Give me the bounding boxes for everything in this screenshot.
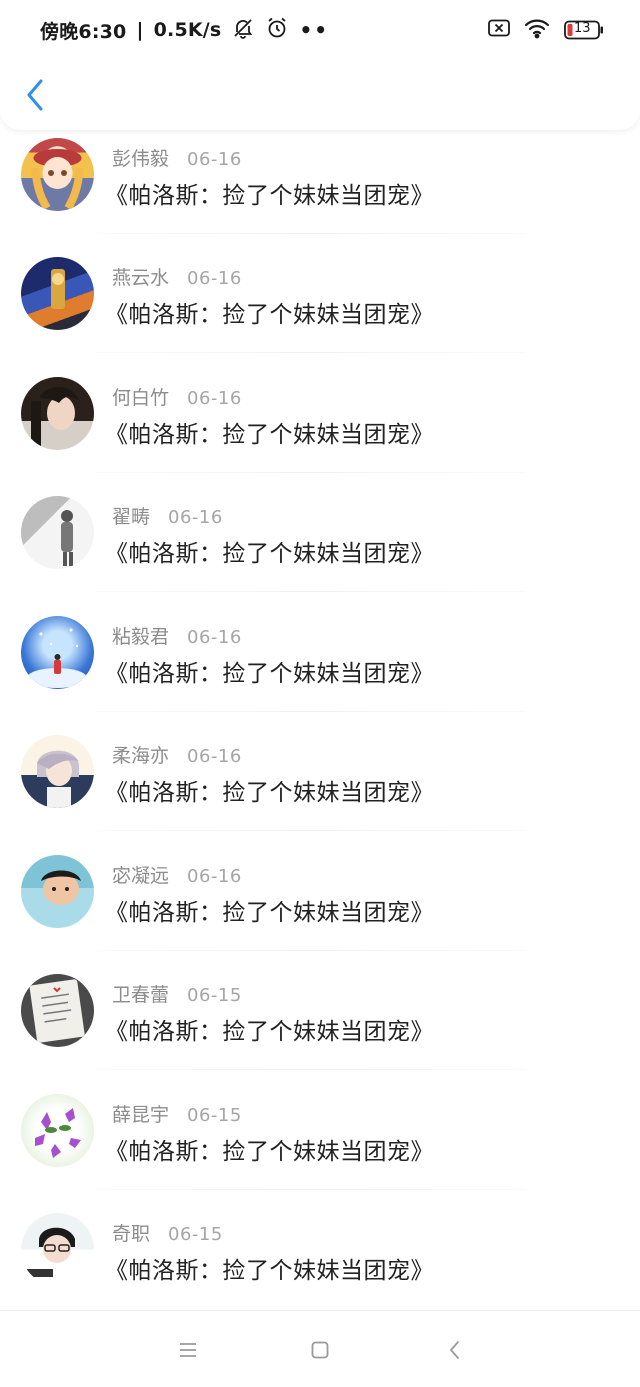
user-name: 柔海亦: [112, 745, 170, 767]
item-meta: 柔海亦 06-16: [112, 741, 242, 768]
more-dots-icon: ••: [299, 18, 330, 42]
list-item[interactable]: 卫春蕾 06-15 《帕洛斯：捡了个妹妹当团宠》: [0, 950, 640, 1070]
user-name: 翟畴: [112, 506, 151, 528]
avatar[interactable]: [21, 615, 94, 689]
book-title: 《帕洛斯：捡了个妹妹当团宠》: [105, 302, 434, 328]
battery-level: 13: [574, 21, 591, 36]
item-meta: 卫春蕾 06-15: [112, 980, 242, 1007]
user-name: 宓凝远: [112, 864, 170, 887]
avatar[interactable]: [21, 138, 94, 211]
user-name: 卫春蕾: [112, 984, 170, 1006]
user-name: 燕云水: [112, 267, 170, 289]
list-item[interactable]: 宓凝远 06-16 《帕洛斯：捡了个妹妹当团宠》: [0, 831, 640, 951]
status-bar: 傍晚6:30 | 0.5K/s •• 13: [0, 0, 640, 60]
avatar[interactable]: [21, 1213, 94, 1286]
sim-blocked-icon: [488, 19, 510, 41]
home-button[interactable]: [307, 1337, 333, 1363]
status-separator: |: [136, 19, 144, 41]
item-meta: 何白竹 06-16: [112, 383, 242, 410]
status-left: 傍晚6:30 | 0.5K/s ••: [40, 16, 329, 45]
book-title: 《帕洛斯：捡了个妹妹当团宠》: [105, 1019, 434, 1045]
user-name: 何白竹: [112, 386, 170, 409]
avatar[interactable]: [21, 974, 94, 1047]
navigation-bar: [0, 1310, 640, 1387]
list-item[interactable]: 粘毅君 06-16 《帕洛斯：捡了个妹妹当团宠》: [0, 592, 640, 712]
list-item[interactable]: 彭伟毅 06-16 《帕洛斯：捡了个妹妹当团宠》: [0, 130, 640, 234]
item-meta: 奇职 06-15: [112, 1219, 223, 1246]
list-item[interactable]: 薛昆宇 06-15 《帕洛斯：捡了个妹妹当团宠》: [0, 1070, 640, 1190]
avatar[interactable]: [21, 496, 94, 569]
book-title: 《帕洛斯：捡了个妹妹当团宠》: [105, 541, 434, 567]
comment-date: 06-15: [187, 985, 242, 1006]
item-meta: 彭伟毅 06-16: [112, 144, 242, 171]
book-title: 《帕洛斯：捡了个妹妹当团宠》: [105, 899, 434, 926]
avatar[interactable]: [21, 1093, 94, 1167]
book-title: 《帕洛斯：捡了个妹妹当团宠》: [105, 1138, 434, 1165]
book-title: 《帕洛斯：捡了个妹妹当团宠》: [105, 1258, 434, 1284]
alarm-icon: [265, 16, 289, 45]
chevron-left-icon: [27, 79, 43, 111]
item-meta: 薛昆宇 06-15: [112, 1100, 242, 1127]
comment-date: 06-16: [187, 865, 242, 887]
nav-back-button[interactable]: [442, 1337, 468, 1363]
wifi-icon: [524, 17, 550, 43]
book-title: 《帕洛斯：捡了个妹妹当团宠》: [105, 780, 434, 806]
comment-date: 06-16: [187, 626, 242, 648]
avatar[interactable]: [21, 257, 94, 330]
user-name: 彭伟毅: [112, 148, 170, 170]
avatar[interactable]: [21, 376, 94, 450]
comment-date: 06-16: [187, 268, 242, 289]
comment-date: 06-16: [187, 149, 242, 170]
book-title: 《帕洛斯：捡了个妹妹当团宠》: [105, 183, 434, 209]
menu-button[interactable]: [175, 1337, 201, 1363]
user-name: 奇职: [112, 1223, 151, 1245]
item-meta: 翟畴 06-16: [112, 502, 223, 529]
network-speed: 0.5K/s: [153, 19, 222, 41]
book-title: 《帕洛斯：捡了个妹妹当团宠》: [105, 660, 434, 687]
list-item[interactable]: 柔海亦 06-16 《帕洛斯：捡了个妹妹当团宠》: [0, 711, 640, 831]
status-time: 傍晚6:30: [40, 20, 127, 43]
item-meta: 燕云水 06-16: [112, 263, 242, 290]
item-meta: 宓凝远 06-16: [112, 861, 242, 888]
battery-icon: 13: [564, 20, 604, 40]
user-name: 薛昆宇: [112, 1103, 170, 1126]
menu-icon: [180, 1343, 196, 1357]
avatar[interactable]: [21, 854, 94, 928]
item-meta: 粘毅君 06-16: [112, 622, 242, 649]
back-icon: [450, 1341, 459, 1359]
back-button[interactable]: [18, 76, 52, 114]
status-right: 13: [488, 17, 604, 43]
book-title: 《帕洛斯：捡了个妹妹当团宠》: [105, 421, 434, 448]
avatar[interactable]: [21, 735, 94, 808]
list-item[interactable]: 何白竹 06-16 《帕洛斯：捡了个妹妹当团宠》: [0, 353, 640, 473]
app-screen: 傍晚6:30 | 0.5K/s •• 13 彭伟毅 06-16 《帕洛斯：捡了个…: [0, 0, 640, 1387]
reader-list: 彭伟毅 06-16 《帕洛斯：捡了个妹妹当团宠》 燕云水 06-16 《帕洛斯：…: [0, 130, 640, 1309]
comment-date: 06-16: [168, 507, 223, 528]
home-icon: [311, 1341, 329, 1359]
comment-date: 06-16: [187, 746, 242, 767]
mute-bell-icon: [231, 16, 255, 45]
comment-date: 06-15: [168, 1224, 223, 1245]
list-item[interactable]: 燕云水 06-16 《帕洛斯：捡了个妹妹当团宠》: [0, 233, 640, 353]
header: [0, 58, 640, 130]
comment-date: 06-15: [187, 1104, 242, 1126]
list-item[interactable]: 奇职 06-15 《帕洛斯：捡了个妹妹当团宠》: [0, 1189, 640, 1309]
user-name: 粘毅君: [112, 625, 170, 648]
comment-date: 06-16: [187, 387, 242, 409]
list-item[interactable]: 翟畴 06-16 《帕洛斯：捡了个妹妹当团宠》: [0, 472, 640, 592]
